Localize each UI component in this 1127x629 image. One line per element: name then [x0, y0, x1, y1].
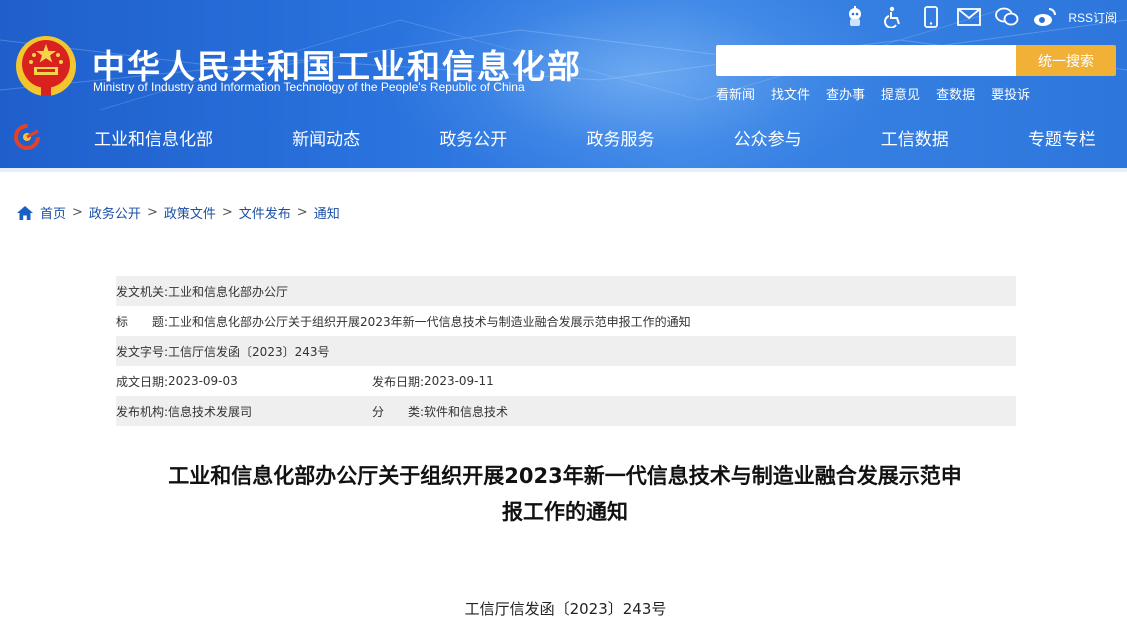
article-title-line-1: 工业和信息化部办公厅关于组织开展2023年新一代信息技术与制造业融合发展示范申 — [168, 464, 962, 488]
meta-org-label: 发布机构: — [116, 404, 169, 419]
breadcrumb-home[interactable]: 首页 — [40, 203, 66, 222]
meta-published-value: 2023-09-11 — [424, 374, 494, 388]
article-title-line-2: 报工作的通知 — [502, 500, 628, 524]
rss-link[interactable]: RSS订阅 — [1068, 9, 1117, 26]
meta-issuer-value: 工业和信息化部办公厅 — [168, 284, 289, 299]
meta-row-issuer: 发文机关: 工业和信息化部办公厅 — [116, 276, 1016, 306]
search-button[interactable]: 统一搜索 — [1016, 45, 1116, 76]
search-bar: 统一搜索 — [716, 45, 1116, 76]
national-emblem — [16, 36, 76, 96]
meta-row-org: 发布机构: 信息技术发展司 分 类: 软件和信息技术 — [116, 396, 1016, 426]
nav-item-news[interactable]: 新闻动态 — [258, 125, 394, 150]
document-meta-table: 发文机关: 工业和信息化部办公厅 标 题: 工业和信息化部办公厅关于组织开展20… — [116, 276, 1016, 426]
quick-link-data[interactable]: 查数据 — [936, 84, 975, 103]
mail-icon[interactable] — [956, 5, 982, 29]
breadcrumb-policy-docs[interactable]: 政策文件 — [164, 203, 216, 222]
breadcrumb-separator: > — [296, 205, 308, 220]
meta-published-label: 发布日期: — [372, 374, 425, 389]
top-utility-bar: RSS订阅 — [830, 5, 1117, 29]
meta-title-value: 工业和信息化部办公厅关于组织开展2023年新一代信息技术与制造业融合发展示范申报… — [168, 314, 691, 329]
article-doc-number: 工信厅信发函〔2023〕243号 — [464, 600, 667, 618]
meta-row-dates: 成文日期: 2023-09-03 发布日期: 2023-09-11 — [116, 366, 1016, 396]
meta-doc-no-label: 发文字号: — [116, 344, 169, 359]
meta-doc-no-value: 工信厅信发函〔2023〕243号 — [168, 344, 330, 359]
nav-item-participation[interactable]: 公众参与 — [700, 125, 836, 150]
breadcrumb: 首页 > 政务公开 > 政策文件 > 文件发布 > 通知 — [16, 203, 340, 222]
robot-icon[interactable] — [842, 5, 868, 29]
meta-issuer-label: 发文机关: — [116, 284, 169, 299]
search-input[interactable] — [716, 45, 1016, 76]
meta-created-value: 2023-09-03 — [168, 374, 238, 388]
article-title: 工业和信息化部办公厅关于组织开展2023年新一代信息技术与制造业融合发展示范申 … — [110, 458, 1020, 530]
ministry-logo-icon[interactable] — [14, 124, 40, 150]
home-icon[interactable] — [16, 205, 34, 221]
meta-row-title: 标 题: 工业和信息化部办公厅关于组织开展2023年新一代信息技术与制造业融合发… — [116, 306, 1016, 336]
quick-link-news[interactable]: 看新闻 — [716, 84, 755, 103]
meta-title-label: 标 题: — [116, 314, 169, 329]
quick-link-feedback[interactable]: 提意见 — [881, 84, 920, 103]
meta-created-label: 成文日期: — [116, 374, 169, 389]
meta-category-label: 分 类: — [372, 404, 425, 419]
nav-item-data[interactable]: 工信数据 — [847, 125, 983, 150]
quick-links: 看新闻 找文件 查办事 提意见 查数据 要投诉 — [716, 84, 1046, 103]
breadcrumb-separator: > — [146, 205, 158, 220]
nav-item-topics[interactable]: 专题专栏 — [994, 125, 1120, 150]
weibo-icon[interactable] — [1032, 5, 1058, 29]
meta-category-value: 软件和信息技术 — [424, 404, 509, 419]
site-subtitle: Ministry of Industry and Information Tec… — [93, 80, 525, 94]
breadcrumb-doc-release[interactable]: 文件发布 — [239, 203, 291, 222]
nav-item-services[interactable]: 政务服务 — [552, 125, 688, 150]
breadcrumb-open-gov[interactable]: 政务公开 — [89, 203, 141, 222]
nav-item-open-gov[interactable]: 政务公开 — [405, 125, 541, 150]
mobile-icon[interactable] — [918, 5, 944, 29]
nav-item-ministry[interactable]: 工业和信息化部 — [60, 125, 247, 150]
breadcrumb-notices[interactable]: 通知 — [314, 203, 340, 222]
nav-items: 工业和信息化部 新闻动态 政务公开 政务服务 公众参与 工信数据 专题专栏 — [60, 110, 1120, 165]
quick-link-complaint[interactable]: 要投诉 — [991, 84, 1030, 103]
meta-org-value: 信息技术发展司 — [168, 404, 253, 419]
quick-link-files[interactable]: 找文件 — [771, 84, 810, 103]
quick-link-services[interactable]: 查办事 — [826, 84, 865, 103]
header-divider — [0, 168, 1127, 172]
main-nav: 工业和信息化部 新闻动态 政务公开 政务服务 公众参与 工信数据 专题专栏 — [0, 110, 1127, 165]
site-header: RSS订阅 中华人民共和国工业和信息化部 Ministry of Industr… — [0, 0, 1127, 170]
meta-row-doc-no: 发文字号: 工信厅信发函〔2023〕243号 — [116, 336, 1016, 366]
accessibility-icon[interactable] — [880, 5, 906, 29]
breadcrumb-separator: > — [72, 205, 83, 220]
chat-icon[interactable] — [994, 5, 1020, 29]
breadcrumb-separator: > — [221, 205, 233, 220]
